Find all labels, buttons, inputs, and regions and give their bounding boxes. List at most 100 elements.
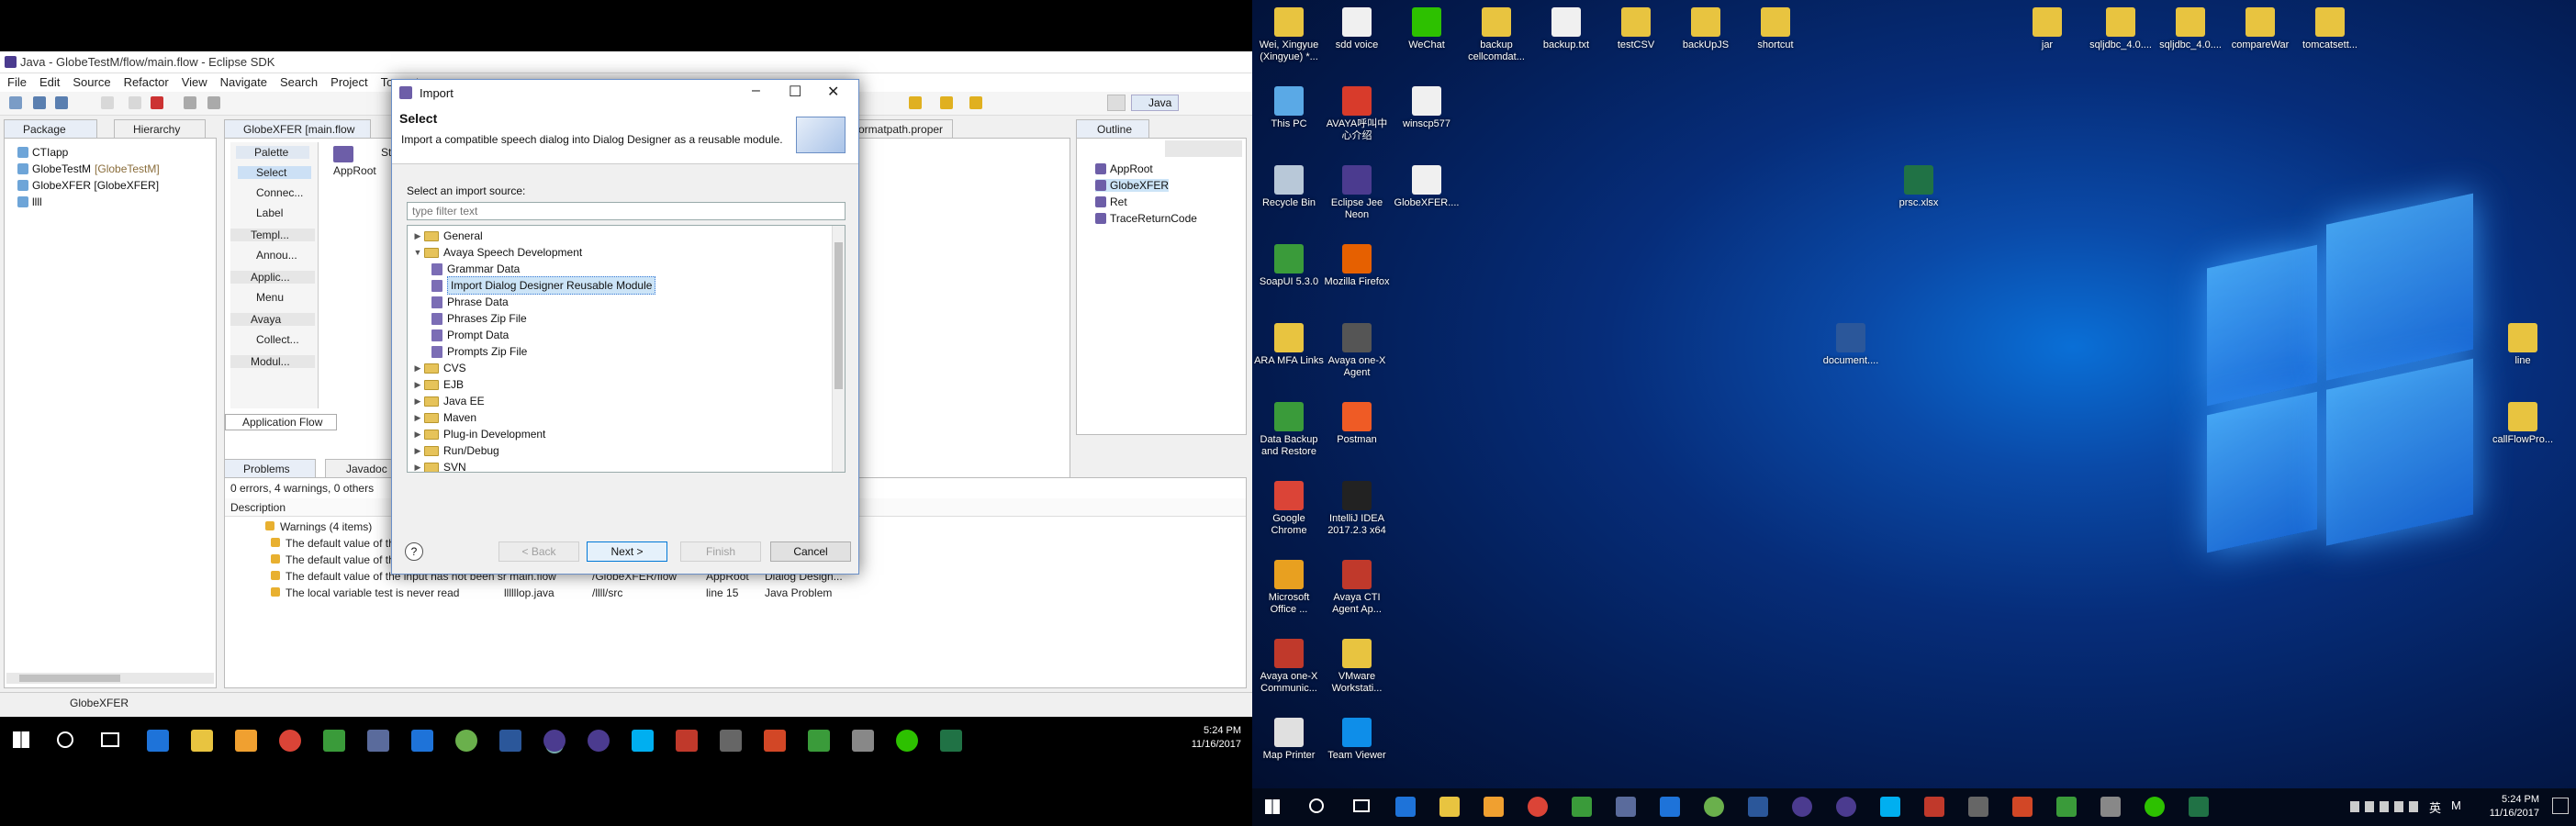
tree-item[interactable]: ▶ Plug-in Development [411, 426, 546, 442]
eclipse-icon[interactable] [1792, 797, 1812, 817]
app-icon[interactable] [367, 730, 389, 752]
back-button[interactable]: < Back [498, 541, 579, 562]
save-icon[interactable] [33, 96, 46, 109]
app-icon[interactable] [2056, 797, 2077, 817]
tab-formatpath-properties[interactable]: ormatpath.proper [852, 119, 953, 138]
tab-package-explorer[interactable]: Package [4, 119, 97, 138]
desktop-icon[interactable]: backup cellcomdat... [1462, 7, 1531, 63]
palette-connection[interactable]: Connec... [238, 186, 303, 199]
menu-source[interactable]: Source [73, 73, 110, 92]
outlook-icon[interactable] [235, 730, 257, 752]
expand-icon[interactable]: ▶ [411, 393, 424, 409]
desktop-icon[interactable]: SoapUI 5.3.0 [1254, 244, 1324, 288]
desktop-icon[interactable]: backup.txt [1531, 7, 1601, 51]
scrollbar-thumb[interactable] [19, 675, 120, 682]
desktop-icon[interactable]: Avaya one-X Agent [1322, 323, 1392, 379]
menu-edit[interactable]: Edit [39, 73, 60, 92]
app-icon[interactable] [720, 730, 742, 752]
desktop-icon[interactable]: winscp577 [1392, 86, 1462, 130]
desktop-icon[interactable]: IntelliJ IDEA 2017.2.3 x64 [1322, 481, 1392, 537]
palette-label[interactable]: Label [238, 206, 283, 219]
desktop-icon[interactable]: Wei, Xingyue (Xingyue) *... [1254, 7, 1324, 63]
menu-navigate[interactable]: Navigate [220, 73, 267, 92]
desktop-icon[interactable]: compareWar [2225, 7, 2295, 51]
desktop-icon[interactable]: ARA MFA Links [1254, 323, 1324, 367]
word-icon[interactable] [499, 730, 521, 752]
eclipse-icon[interactable] [588, 730, 610, 752]
menu-refactor[interactable]: Refactor [124, 73, 169, 92]
flow-node-icon[interactable] [333, 146, 353, 162]
app-icon[interactable] [1704, 797, 1724, 817]
tree-item[interactable]: Prompt Data [431, 327, 509, 343]
tree-item[interactable]: ▼ Avaya Speech Development [411, 244, 583, 261]
scrollbar-thumb[interactable] [834, 242, 843, 389]
palette-announce[interactable]: Annou... [238, 249, 297, 262]
redo-icon[interactable] [129, 96, 141, 109]
palette-templates[interactable]: Templ... [230, 229, 315, 241]
task-view-icon[interactable] [1353, 799, 1370, 812]
warnings-group[interactable]: Warnings (4 items) [265, 520, 372, 533]
tree-item[interactable]: Phrase Data [431, 294, 509, 310]
ime-mode-indicator[interactable]: M [2451, 798, 2461, 812]
desktop-icon[interactable]: Eclipse Jee Neon [1322, 165, 1392, 221]
desktop-icon[interactable]: testCSV [1601, 7, 1671, 51]
forward-nav-icon[interactable] [969, 96, 982, 109]
palette-select[interactable]: Select [238, 166, 311, 179]
palette-application[interactable]: Applic... [230, 271, 315, 284]
app-icon[interactable] [1616, 797, 1636, 817]
file-explorer-icon[interactable] [191, 730, 213, 752]
new-icon[interactable] [9, 96, 22, 109]
excel-icon[interactable] [2189, 797, 2209, 817]
taskbar-clock[interactable]: 5:24 PM 11/16/2017 [2490, 793, 2539, 820]
desktop-icon[interactable]: callFlowPro... [2488, 402, 2558, 446]
desktop-icon[interactable]: sqljdbc_4.0.... [2086, 7, 2156, 51]
search-icon[interactable] [1309, 798, 1324, 813]
outline-item[interactable]: AppRoot [1095, 162, 1153, 175]
stop-icon[interactable] [151, 96, 163, 109]
dialog-close-button[interactable]: ✕ [827, 83, 839, 101]
skype-icon[interactable] [632, 730, 654, 752]
desktop-icon[interactable]: Team Viewer [1322, 718, 1392, 762]
powerpoint-icon[interactable] [2012, 797, 2033, 817]
tree-item[interactable]: Import Dialog Designer Reusable Module [431, 276, 656, 295]
problem-row[interactable]: The default value of th [271, 553, 395, 566]
expand-icon[interactable]: ▶ [411, 228, 424, 244]
start-icon[interactable] [13, 731, 29, 748]
excel-icon[interactable] [940, 730, 962, 752]
desktop-icon[interactable]: VMware Workstati... [1322, 639, 1392, 695]
app-icon[interactable] [1968, 797, 1988, 817]
flow-node-partial[interactable]: St [381, 146, 391, 159]
acrobat-icon[interactable] [676, 730, 698, 752]
tab-hierarchy[interactable]: Hierarchy [114, 119, 206, 138]
chrome-icon[interactable] [1528, 797, 1548, 817]
desktop-icon[interactable]: document.... [1816, 323, 1886, 367]
expand-icon[interactable]: ▶ [411, 426, 424, 442]
desktop-icon[interactable]: shortcut [1741, 7, 1810, 51]
tree-item-ctiapp[interactable]: CTIapp [17, 146, 68, 159]
dialog-minimize-button[interactable]: – [752, 83, 760, 99]
desktop-icon[interactable]: Google Chrome [1254, 481, 1324, 537]
desktop-icon[interactable]: WeChat [1392, 7, 1462, 51]
menu-search[interactable]: Search [280, 73, 318, 92]
powerpoint-icon[interactable] [764, 730, 786, 752]
save-all-icon[interactable] [55, 96, 68, 109]
problem-row[interactable]: The local variable test is never read [271, 586, 459, 599]
app-icon[interactable] [455, 730, 477, 752]
tab-outline[interactable]: Outline [1076, 119, 1149, 138]
wechat-icon[interactable] [896, 730, 918, 752]
desktop-icon[interactable]: Microsoft Office ... [1254, 560, 1324, 616]
desktop-icon[interactable]: Mozilla Firefox [1322, 244, 1392, 288]
desktop-icon[interactable]: prsc.xlsx [1884, 165, 1954, 209]
desktop-icon[interactable]: Avaya one-X Communic... [1254, 639, 1324, 695]
ie-icon[interactable] [1660, 797, 1680, 817]
desktop-icon[interactable]: line [2488, 323, 2558, 367]
app-icon[interactable] [852, 730, 874, 752]
cancel-button[interactable]: Cancel [770, 541, 851, 562]
chrome-icon[interactable] [279, 730, 301, 752]
toolbar-button-icon[interactable] [184, 96, 196, 109]
outlook-icon[interactable] [1484, 797, 1504, 817]
tree-item-globexfer[interactable]: GlobeXFER [GlobeXFER] [17, 179, 159, 192]
outline-item[interactable]: TraceReturnCode [1095, 212, 1197, 225]
expand-icon[interactable]: ▶ [411, 442, 424, 459]
desktop-icon[interactable]: sdd voice [1322, 7, 1392, 51]
